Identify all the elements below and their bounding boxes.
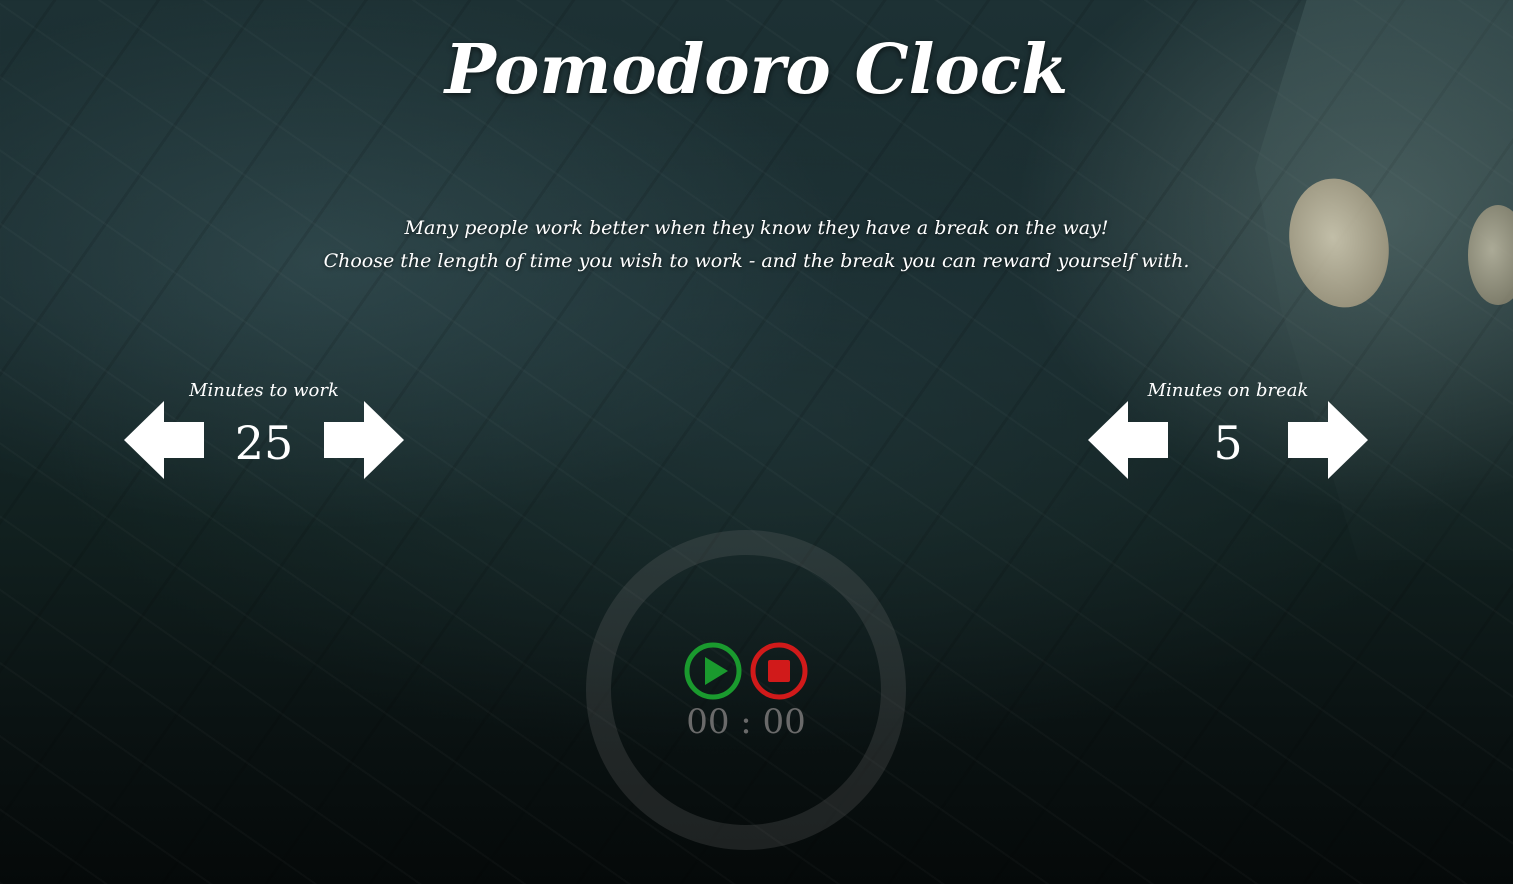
timer-readout: 00 : 00 xyxy=(686,702,806,742)
break-minutes-setter: Minutes on break 5 xyxy=(1088,380,1368,485)
right-arrow-icon xyxy=(324,401,404,479)
left-arrow-icon xyxy=(124,401,204,479)
intro-line-2: Choose the length of time you wish to wo… xyxy=(323,250,1190,272)
play-icon xyxy=(684,642,742,700)
break-increase-button[interactable] xyxy=(1288,401,1368,479)
intro-line-1: Many people work better when they know t… xyxy=(404,217,1109,239)
timer-ring xyxy=(586,530,906,850)
work-minutes-setter: Minutes to work 25 xyxy=(124,380,404,485)
break-minutes-value: 5 xyxy=(1213,416,1243,470)
break-decrease-button[interactable] xyxy=(1088,401,1168,479)
work-minutes-value: 25 xyxy=(234,416,294,470)
left-arrow-icon xyxy=(1088,401,1168,479)
play-button[interactable] xyxy=(684,642,742,700)
page-title: Pomodoro Clock xyxy=(444,30,1069,110)
intro-text: Many people work better when they know t… xyxy=(0,212,1513,278)
work-minutes-label: Minutes to work xyxy=(189,380,339,401)
work-increase-button[interactable] xyxy=(324,401,404,479)
break-minutes-label: Minutes on break xyxy=(1147,380,1309,401)
stop-icon xyxy=(750,642,808,700)
right-arrow-icon xyxy=(1288,401,1368,479)
stop-button[interactable] xyxy=(750,642,808,700)
work-decrease-button[interactable] xyxy=(124,401,204,479)
